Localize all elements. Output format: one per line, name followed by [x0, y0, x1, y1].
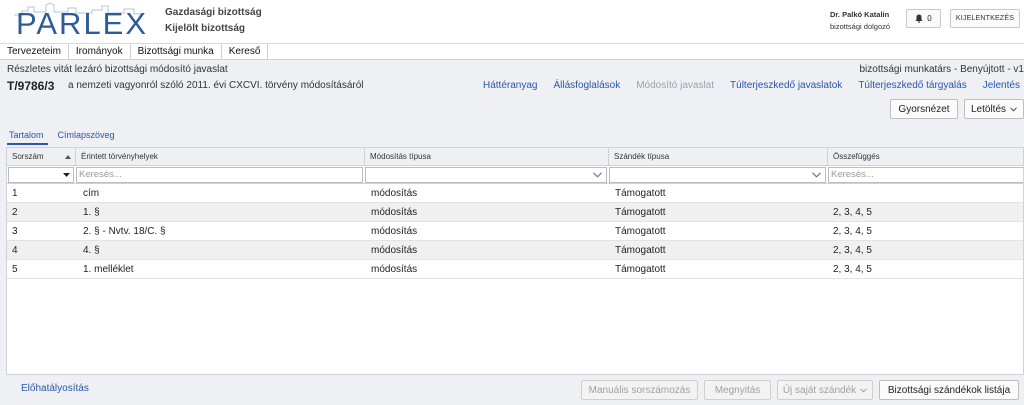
menu-item-drafts[interactable]: Tervezeteim	[0, 44, 69, 59]
column-header-intent-type[interactable]: Szándék típusa	[609, 148, 828, 166]
chevron-down-icon	[593, 172, 602, 178]
user-role: bizottsági dolgozó	[830, 22, 891, 31]
link-report[interactable]: Jelentés	[983, 80, 1020, 91]
table-row[interactable]: 5 1. melléklet módosítás Támogatott 2, 3…	[7, 260, 1023, 279]
chevron-down-icon	[812, 172, 821, 178]
link-positions[interactable]: Állásfoglalások	[553, 80, 620, 91]
document-status: bizottsági munkatárs - Benyújtott - v1	[859, 64, 1024, 75]
menu-item-committee-work[interactable]: Bizottsági munka	[131, 44, 222, 59]
document-type: Részletes vitát lezáró bizottsági módosí…	[7, 64, 228, 75]
chevron-down-icon	[1010, 106, 1017, 112]
menu-item-documents[interactable]: Irományok	[69, 44, 131, 59]
column-header-amendment-type[interactable]: Módosítás típusa	[365, 148, 609, 166]
column-header-affected-provisions[interactable]: Érintett törvényhelyek	[76, 148, 365, 166]
cell-number: 2	[12, 207, 18, 218]
bell-icon	[915, 14, 923, 23]
logout-button[interactable]: KIJELENTKEZÉS	[950, 9, 1020, 28]
user-name: Dr. Palkó Katalin	[830, 10, 890, 19]
cell-relations: 2, 3, 4, 5	[833, 245, 872, 256]
table-row[interactable]: 4 4. § módosítás Támogatott 2, 3, 4, 5	[7, 241, 1023, 260]
table-row[interactable]: 2 1. § módosítás Támogatott 2, 3, 4, 5	[7, 203, 1023, 222]
parlex-logo[interactable]: PARLEX	[12, 2, 147, 42]
table-row[interactable]: 1 cím módosítás Támogatott	[7, 184, 1023, 203]
cell-affected-provision: 1. melléklet	[83, 264, 134, 275]
cell-amendment-type: módosítás	[371, 264, 418, 275]
filter-row: Keresés... Keresés...	[7, 166, 1023, 184]
cell-relations: 2, 3, 4, 5	[833, 226, 872, 237]
preview-button[interactable]: Gyorsnézet	[890, 99, 958, 119]
table-header: Sorszám Érintett törvényhelyek Módosítás…	[7, 148, 1023, 166]
document-id: T/9786/3	[7, 79, 55, 93]
committee-type: Kijelölt bizottság	[165, 23, 245, 34]
amendments-table: Sorszám Érintett törvényhelyek Módosítás…	[6, 147, 1024, 375]
cell-intent-type: Támogatott	[615, 226, 666, 237]
column-header-relations[interactable]: Összefüggés	[828, 148, 1023, 166]
cell-relations: 2, 3, 4, 5	[833, 264, 872, 275]
logo-text: PARLEX	[16, 6, 149, 41]
cell-amendment-type: módosítás	[371, 207, 418, 218]
cell-amendment-type: módosítás	[371, 226, 418, 237]
document-panel: Részletes vitát lezáró bizottsági módosí…	[0, 60, 1024, 405]
link-overreaching-hearing[interactable]: Túlterjeszkedő tárgyalás	[858, 80, 966, 91]
precedence-link[interactable]: Előhatályosítás	[21, 383, 89, 394]
notifications-button[interactable]: 0	[906, 9, 941, 28]
cell-intent-type: Támogatott	[615, 207, 666, 218]
download-button-label: Letöltés	[970, 103, 1007, 115]
cell-number: 4	[12, 245, 18, 256]
cell-affected-provision: 4. §	[83, 245, 100, 256]
dropdown-arrow-icon	[63, 173, 70, 177]
cell-intent-type: Támogatott	[615, 264, 666, 275]
open-button[interactable]: Megnyitás	[704, 380, 771, 400]
provisions-search-input[interactable]: Keresés...	[76, 167, 363, 183]
cell-number: 5	[12, 264, 18, 275]
column-header-number[interactable]: Sorszám	[7, 148, 76, 166]
download-button[interactable]: Letöltés	[964, 99, 1024, 119]
amendment-type-filter-select[interactable]	[365, 167, 607, 183]
tab-content[interactable]: Tartalom	[7, 130, 48, 145]
cell-intent-type: Támogatott	[615, 188, 666, 199]
new-intent-label: Új saját szándék	[782, 384, 857, 396]
chevron-down-icon	[860, 387, 868, 393]
intent-type-filter-select[interactable]	[609, 167, 826, 183]
link-background-material[interactable]: Háttéranyag	[483, 80, 537, 91]
cell-affected-provision: 1. §	[83, 207, 100, 218]
menu-item-search[interactable]: Kereső	[222, 44, 269, 59]
top-header: PARLEX Gazdasági bizottság Kijelölt bizo…	[0, 0, 1024, 44]
cell-amendment-type: módosítás	[371, 188, 418, 199]
cell-number: 3	[12, 226, 18, 237]
tab-cover-text[interactable]: Címlapszöveg	[56, 130, 119, 145]
link-amendment-proposal[interactable]: Módosító javaslat	[636, 80, 714, 91]
relations-search-input[interactable]: Keresés...	[828, 167, 1023, 183]
main-menu: Tervezeteim Irományok Bizottsági munka K…	[0, 44, 1024, 60]
content-tabs: Tartalom Címlapszöveg	[7, 130, 127, 145]
document-title: a nemzeti vagyonról szóló 2011. évi CXCV…	[68, 80, 364, 91]
new-intent-button[interactable]: Új saját szándék	[777, 380, 873, 400]
cell-affected-provision: cím	[83, 188, 100, 199]
preview-button-label: Gyorsnézet	[898, 103, 950, 115]
cell-relations: 2, 3, 4, 5	[833, 207, 872, 218]
cell-number: 1	[12, 188, 18, 199]
cell-relations	[828, 184, 833, 203]
cell-amendment-type: módosítás	[371, 245, 418, 256]
committee-info: Gazdasági bizottság Kijelölt bizottság	[165, 5, 262, 37]
table-row[interactable]: 3 2. § - Nvtv. 18/C. § módosítás Támogat…	[7, 222, 1023, 241]
notification-count: 0	[927, 14, 932, 23]
cell-intent-type: Támogatott	[615, 245, 666, 256]
link-overreaching-proposals[interactable]: Túlterjeszkedő javaslatok	[730, 80, 842, 91]
committee-intents-list-button[interactable]: Bizottsági szándékok listája	[879, 380, 1019, 400]
manual-numbering-button[interactable]: Manuális sorszámozás	[581, 380, 698, 400]
number-filter-select[interactable]	[8, 167, 74, 183]
column-header-label: Sorszám	[12, 152, 44, 161]
user-info: Dr. Palkó Katalin bizottsági dolgozó	[830, 9, 890, 33]
sort-ascending-icon	[65, 155, 71, 159]
document-links: Háttéranyag Állásfoglalások Módosító jav…	[483, 80, 1024, 91]
committee-name: Gazdasági bizottság	[165, 7, 262, 18]
cell-affected-provision: 2. § - Nvtv. 18/C. §	[83, 226, 166, 237]
